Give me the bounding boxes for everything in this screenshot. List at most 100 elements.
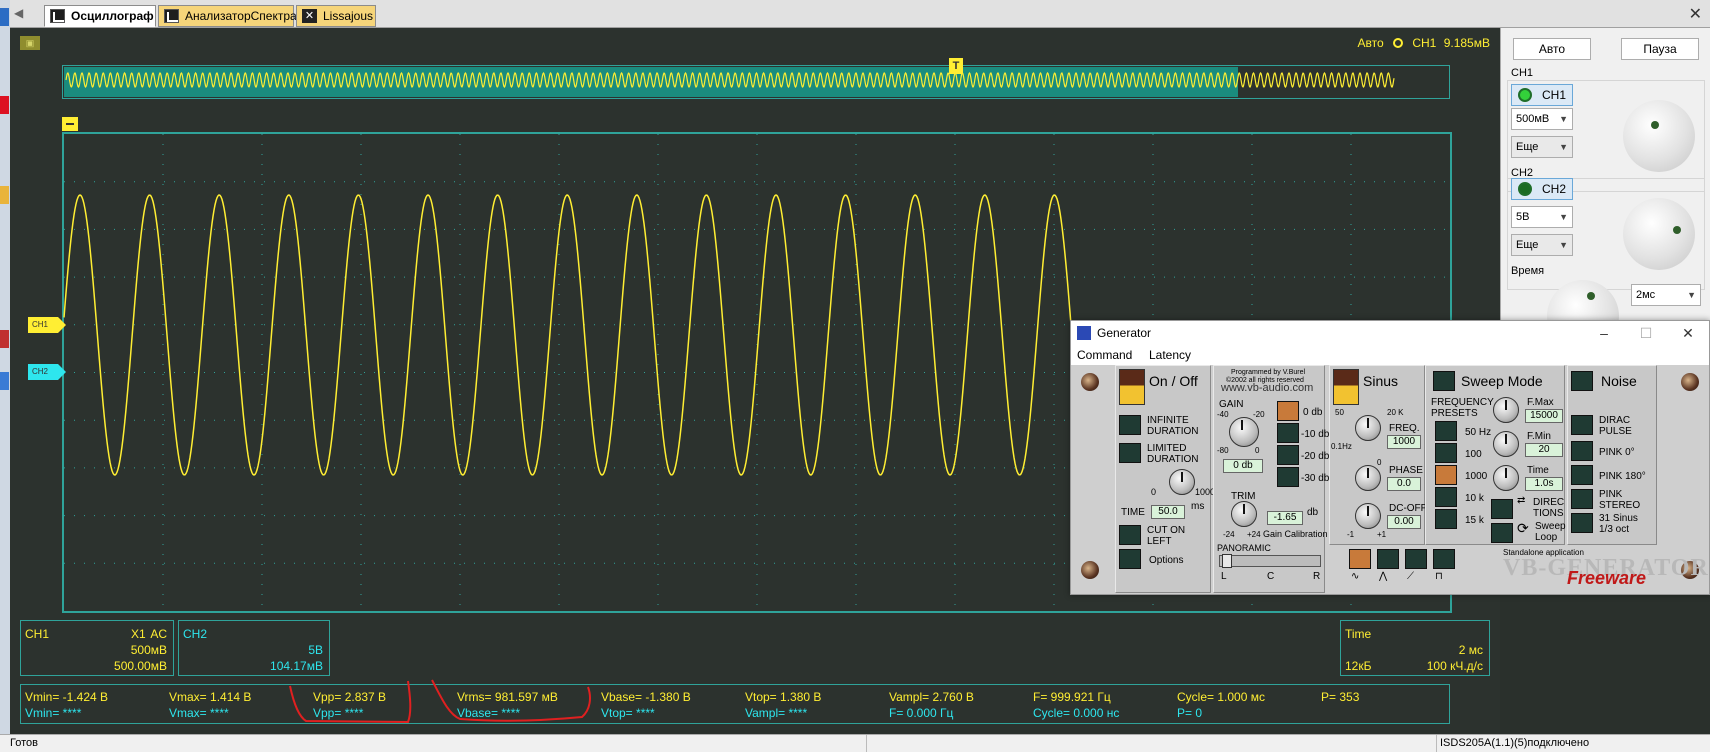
phase-knob[interactable] <box>1355 465 1381 491</box>
minimize-icon[interactable]: – <box>1583 321 1625 345</box>
ch1-scale-select[interactable]: 500мВ ▼ <box>1511 108 1573 130</box>
chevron-down-icon: ▼ <box>1559 114 1568 124</box>
close-icon[interactable]: ✕ <box>1667 321 1709 345</box>
ch1-position-knob[interactable] <box>1623 100 1695 172</box>
ch2-scale-select[interactable]: 5В ▼ <box>1511 206 1573 228</box>
freq-value[interactable]: 1000 <box>1387 435 1421 449</box>
fmin-value[interactable]: 20 <box>1525 443 1563 457</box>
ch2-toggle-button[interactable]: CH2 <box>1511 178 1573 200</box>
infinite-duration-button[interactable] <box>1119 415 1141 435</box>
pink-stereo-button[interactable] <box>1571 489 1593 509</box>
waveform-square-button[interactable] <box>1433 549 1455 569</box>
pan-right-label: R <box>1313 571 1321 582</box>
status-divider <box>866 735 867 752</box>
sweep-time-knob[interactable] <box>1493 465 1519 491</box>
ch1-toggle-button[interactable]: CH1 <box>1511 84 1573 106</box>
saw-wave-icon: ⟋ <box>1407 571 1414 582</box>
pink-0-button[interactable] <box>1571 441 1593 461</box>
dc-label: DC-OFF. <box>1389 503 1429 514</box>
gain-knob[interactable] <box>1229 417 1259 447</box>
db-30-label: -30 db <box>1301 473 1330 484</box>
generator-titlebar[interactable]: Generator – ☐ ✕ <box>1071 321 1709 345</box>
options-button[interactable] <box>1119 549 1141 569</box>
fmax-value[interactable]: 15000 <box>1525 409 1563 423</box>
dirac-pulse-button[interactable] <box>1571 415 1593 435</box>
sweep-mode-button[interactable] <box>1433 371 1455 391</box>
db-20-label: -20 db <box>1301 451 1330 462</box>
pause-button[interactable]: Пауза <box>1621 38 1699 60</box>
status-divider <box>1436 735 1437 752</box>
preset-15k-button[interactable] <box>1435 509 1457 529</box>
limited-duration-button[interactable] <box>1119 443 1141 463</box>
sweep-time-value[interactable]: 1.0s <box>1525 477 1563 491</box>
options-label: Options <box>1149 555 1184 566</box>
ch1-toggle-label: CH1 <box>1542 88 1567 102</box>
time-value[interactable]: 50.0 <box>1151 505 1185 519</box>
sinus-switch[interactable] <box>1333 369 1359 405</box>
time-scale-select[interactable]: 2мс ▼ <box>1631 284 1701 306</box>
onoff-switch[interactable] <box>1119 369 1145 405</box>
preset-100-button[interactable] <box>1435 443 1457 463</box>
preset-50hz-button[interactable] <box>1435 421 1457 441</box>
waveform-saw-button[interactable] <box>1405 549 1427 569</box>
ch2-position-knob[interactable] <box>1623 198 1695 270</box>
cut-on-label-2: LEFT <box>1147 536 1172 547</box>
chevron-down-icon: ▼ <box>1559 142 1568 152</box>
preset-10k-label: 10 k <box>1465 493 1484 504</box>
panoramic-thumb[interactable] <box>1222 554 1232 568</box>
generator-window: Generator – ☐ ✕ Command Latency On / Off… <box>1070 320 1710 595</box>
directions-label-2: TIONS <box>1533 508 1564 519</box>
limited-label-1: LIMITED <box>1147 443 1187 454</box>
sinus-31-button[interactable] <box>1571 513 1593 533</box>
noise-button[interactable] <box>1571 371 1593 391</box>
phase-label: PHASE <box>1389 465 1423 476</box>
waveform-triangle-button[interactable] <box>1377 549 1399 569</box>
auto-button[interactable]: Авто <box>1513 38 1591 60</box>
dirac-label-1: DIRAC <box>1599 415 1631 426</box>
menu-latency[interactable]: Latency <box>1149 345 1191 365</box>
fmin-knob[interactable] <box>1493 431 1519 457</box>
phase-value[interactable]: 0.0 <box>1387 477 1421 491</box>
trim-value[interactable]: -1.65 <box>1267 511 1303 525</box>
panoramic-slider[interactable] <box>1219 554 1321 568</box>
cut-on-left-button[interactable] <box>1119 525 1141 545</box>
db-20-button[interactable] <box>1277 445 1299 465</box>
dc-offset-knob[interactable] <box>1355 503 1381 529</box>
db-10-button[interactable] <box>1277 423 1299 443</box>
ch2-more-label: Еще <box>1516 239 1539 251</box>
db-0-button[interactable] <box>1277 401 1299 421</box>
trim-min: -24 <box>1223 530 1235 539</box>
dc-value[interactable]: 0.00 <box>1387 515 1421 529</box>
chevron-down-icon: ▼ <box>1687 290 1696 300</box>
ch1-more-dropdown[interactable]: Еще ▼ <box>1511 136 1573 158</box>
trim-knob[interactable] <box>1231 501 1257 527</box>
sweep-loop-button[interactable] <box>1491 523 1513 543</box>
time-min: 0 <box>1151 487 1157 497</box>
ch2-status-led <box>1518 182 1532 196</box>
directions-button[interactable] <box>1491 499 1513 519</box>
pink-180-button[interactable] <box>1571 465 1593 485</box>
ornament-icon <box>1681 373 1699 391</box>
infinite-label-1: INFINITE <box>1147 415 1189 426</box>
db-30-button[interactable] <box>1277 467 1299 487</box>
maximize-icon[interactable]: ☐ <box>1625 321 1667 345</box>
waveform-sine-button[interactable] <box>1349 549 1371 569</box>
gain-mark: -80 <box>1217 446 1229 455</box>
freq-max-label: 20 K <box>1387 408 1404 417</box>
ch2-toggle-label: CH2 <box>1542 182 1567 196</box>
knob-indicator <box>1587 292 1595 300</box>
fmax-knob[interactable] <box>1493 397 1519 423</box>
ch1-group-label: CH1 <box>1511 67 1534 79</box>
preset-10k-button[interactable] <box>1435 487 1457 507</box>
preset-15k-label: 15 k <box>1465 515 1484 526</box>
time-group-label: Время <box>1511 265 1545 277</box>
frequency-knob[interactable] <box>1355 415 1381 441</box>
preset-1000-button[interactable] <box>1435 465 1457 485</box>
menu-command[interactable]: Command <box>1077 345 1132 365</box>
freeware-label: Freeware <box>1567 568 1647 588</box>
time-knob[interactable] <box>1169 469 1195 495</box>
ornament-icon <box>1081 561 1099 579</box>
cut-on-label-1: CUT ON <box>1147 525 1186 536</box>
ch2-more-dropdown[interactable]: Еще ▼ <box>1511 234 1573 256</box>
pink-stereo-label-2: STEREO <box>1599 500 1641 511</box>
